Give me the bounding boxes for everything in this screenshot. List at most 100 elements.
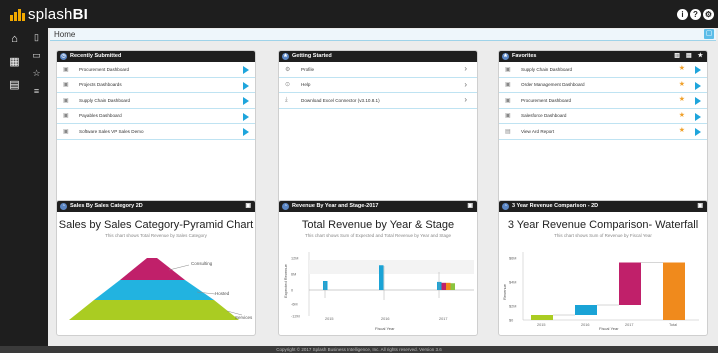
star-icon[interactable]: ★ <box>679 96 685 104</box>
dashboard-icon: ▣ <box>63 66 69 73</box>
play-icon[interactable] <box>243 128 249 136</box>
star-badge-icon: ★ <box>282 53 289 60</box>
waterfall-bar[interactable] <box>575 305 597 315</box>
home-icon[interactable]: ⌂ <box>8 34 21 45</box>
star-icon[interactable]: ☆ <box>30 68 43 79</box>
play-icon[interactable] <box>243 66 249 74</box>
file-icon[interactable]: ▯ <box>30 32 43 43</box>
clock-icon: ◷ <box>60 53 67 60</box>
document-icon[interactable]: ▤ <box>8 80 21 91</box>
waterfall-bar[interactable] <box>619 262 641 306</box>
star-icon[interactable]: ★ <box>679 112 685 120</box>
export-icon[interactable]: ▣ <box>697 201 703 212</box>
list-item[interactable]: ⚙ Profile › <box>279 62 477 78</box>
list-item[interactable]: ▤ View Ard Report ★ <box>499 124 707 140</box>
dashboard-icon: ▣ <box>505 66 511 73</box>
reports-icon[interactable]: ▦ <box>8 57 21 68</box>
list-item[interactable]: ▣ Salesforce Dashboard ★ <box>499 109 707 124</box>
settings-icon[interactable]: ⚙ <box>703 9 714 20</box>
y-tick-label: -12M <box>291 315 300 319</box>
pyramid-segment-hosted[interactable] <box>94 280 214 300</box>
y-tick-label: 12M <box>291 257 298 261</box>
chevron-right-icon[interactable]: › <box>464 80 467 89</box>
star-icon[interactable]: ★ <box>679 65 685 73</box>
item-label: Supply Chain Dashboard <box>521 66 573 72</box>
pyramid-segment-services[interactable] <box>69 300 239 320</box>
document-icon[interactable]: ▤ <box>686 51 692 62</box>
y-axis-label: Revenue <box>502 283 507 300</box>
x-tick-label: 2016 <box>581 323 589 327</box>
chevron-right-icon[interactable]: › <box>464 65 467 73</box>
play-icon[interactable] <box>243 112 249 121</box>
list-item[interactable]: ▣ Software Sales VP Sales Demo <box>57 124 255 140</box>
list-item[interactable]: ▣ Order Management Dashboard ★ <box>499 78 707 93</box>
play-icon[interactable] <box>243 81 249 90</box>
play-icon[interactable] <box>695 66 701 74</box>
main-content: Home ▢ ◷ Recently Submitted ▣ Procurement… <box>48 28 718 346</box>
list-item[interactable]: ⊙ Help › <box>279 78 477 93</box>
y-tick-label: $2M <box>509 305 516 309</box>
play-icon[interactable] <box>695 81 701 90</box>
list-item[interactable]: ▣ Supply Chain Dashboard <box>57 93 255 109</box>
star-icon[interactable]: ★ <box>679 127 685 135</box>
bar[interactable] <box>446 282 451 290</box>
chart-title: Sales by Sales Category-Pyramid Chart <box>58 219 254 231</box>
filter-icon[interactable]: ≡ <box>30 86 43 97</box>
waterfall-chart: Revenue Fiscal Year $6M $4M $2M $0 2015 2016 2… <box>502 252 699 331</box>
bar[interactable] <box>379 265 384 290</box>
x-axis-label: Fiscal Year <box>599 326 619 331</box>
y-tick-label: 6M <box>291 273 296 277</box>
play-icon[interactable] <box>695 128 701 136</box>
top-icons: i ? ⚙ <box>677 9 714 20</box>
list-item[interactable]: ⤓ Download Excel Connector (v3.10.8.1) › <box>279 93 477 109</box>
export-icon[interactable]: ▣ <box>245 201 251 212</box>
app-logo[interactable]: splashBI <box>10 6 88 23</box>
breadcrumb-home[interactable]: Home <box>54 30 75 39</box>
star-icon[interactable]: ★ <box>679 81 685 89</box>
item-label: Salesforce Dashboard <box>521 113 567 119</box>
x-axis-label: Fiscal Year <box>375 326 395 331</box>
help-icon[interactable]: ? <box>690 9 701 20</box>
waterfall-bar[interactable] <box>531 315 553 320</box>
x-tick-label: 2015 <box>537 323 545 327</box>
x-tick-label: 2015 <box>325 317 333 321</box>
chart-badge-icon: ◔ <box>502 203 509 210</box>
revenue-stage-panel: ◔ Revenue By Year and Stage-2017 ▣ Total… <box>278 200 478 336</box>
info-icon[interactable]: i <box>677 9 688 20</box>
panel-header: ★ Favorites ▥ ▤ ★ <box>499 51 707 62</box>
play-icon[interactable] <box>695 112 701 121</box>
pyramid-chart-panel: ◔ Sales By Sales Category 2D ▣ Sales by … <box>56 200 256 336</box>
bar[interactable] <box>450 283 456 290</box>
chart-icon[interactable]: ▥ <box>674 51 680 62</box>
expand-icon[interactable]: ▢ <box>704 29 714 39</box>
pyramid-label: Consulting <box>191 261 213 266</box>
y-tick-label: -6M <box>291 303 298 307</box>
dashboard-icon: ▣ <box>63 82 69 89</box>
report-icon: ▤ <box>505 128 511 135</box>
list-item[interactable]: ▣ Projects Dashboards <box>57 78 255 93</box>
play-icon[interactable] <box>695 97 701 105</box>
chevron-right-icon[interactable]: › <box>464 96 467 104</box>
star-icon[interactable]: ★ <box>698 51 703 62</box>
download-icon: ⤓ <box>285 96 288 103</box>
panel-title: Sales By Sales Category 2D <box>70 203 143 209</box>
pyramid-segment-consulting[interactable] <box>120 258 185 280</box>
bar[interactable] <box>323 281 328 290</box>
list-item[interactable]: ▣ Procurement Dashboard ★ <box>499 93 707 109</box>
list-item[interactable]: ▣ Procurement Dashboard <box>57 62 255 78</box>
y-tick-label: $6M <box>509 257 516 261</box>
export-icon[interactable]: ▣ <box>467 201 473 212</box>
bar[interactable] <box>441 282 447 290</box>
list-item[interactable]: ▣ Supply Chain Dashboard ★ <box>499 62 707 78</box>
x-tick-label: Total <box>669 323 677 327</box>
list-item[interactable]: ▣ Payables Dashboard <box>57 109 255 124</box>
help-circle-icon: ⊙ <box>285 82 291 89</box>
bar[interactable] <box>437 281 442 290</box>
recently-submitted-panel: ◷ Recently Submitted ▣ Procurement Dashbo… <box>56 50 256 208</box>
pyramid-chart: Consulting Hosted Services <box>69 258 253 320</box>
play-icon[interactable] <box>243 97 249 105</box>
copy-icon[interactable]: ▭ <box>30 50 43 61</box>
waterfall-bar[interactable] <box>663 262 685 321</box>
panel-title: Favorites <box>512 53 537 59</box>
star-badge-icon: ★ <box>502 53 509 60</box>
